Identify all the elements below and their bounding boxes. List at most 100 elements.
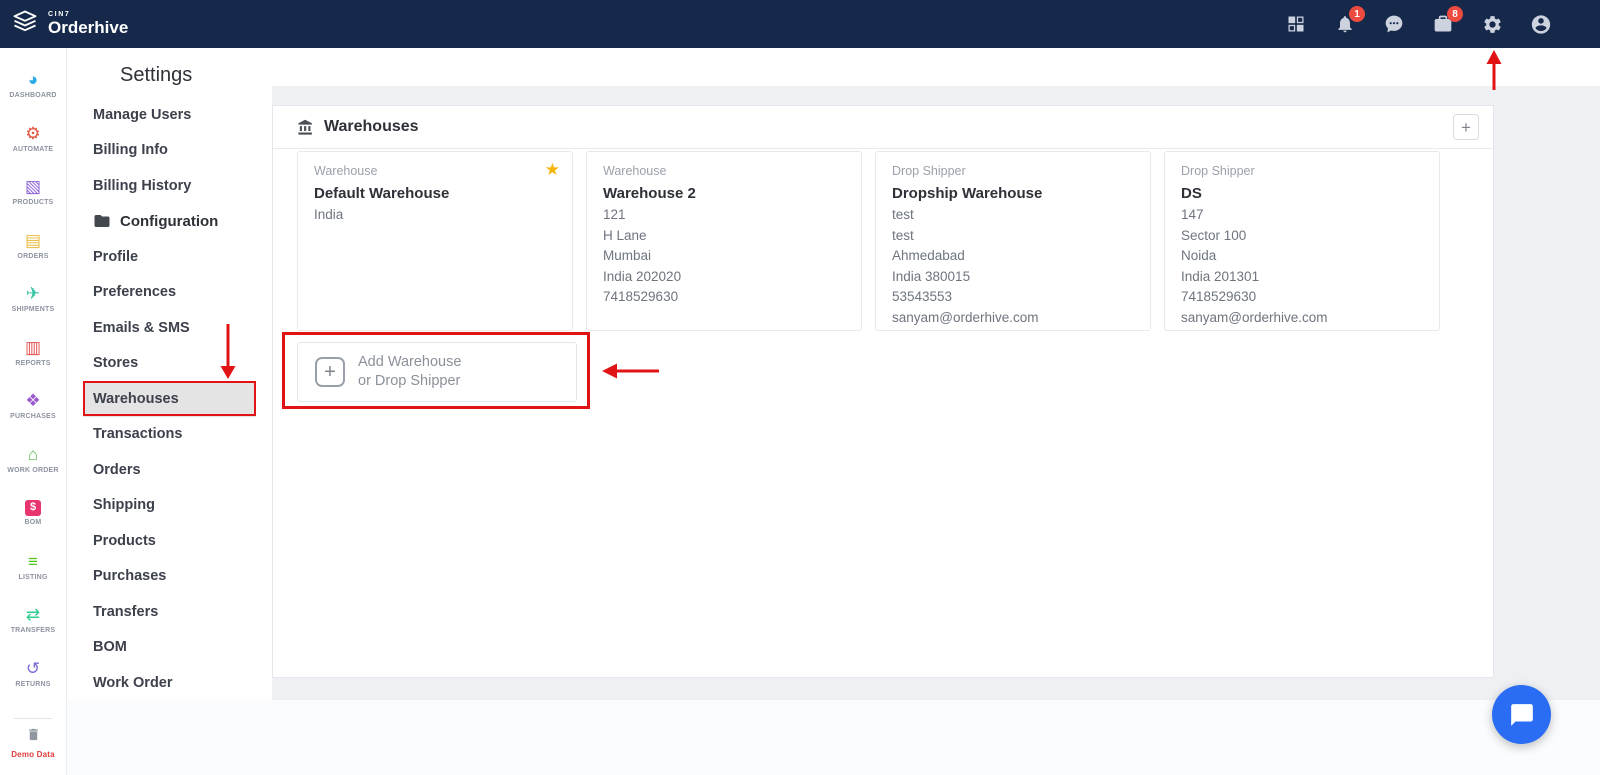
settings-item-orders[interactable]: Orders (67, 452, 272, 488)
settings-item-label: Products (93, 532, 156, 549)
card-name: Default Warehouse (314, 185, 450, 202)
warehouse-card-warehouse-2[interactable]: Warehouse Warehouse 2 121 H Lane Mumbai … (586, 151, 862, 331)
settings-item-profile[interactable]: Profile (67, 239, 272, 275)
panel-add-button[interactable]: + (1453, 114, 1479, 140)
card-line: India 380015 (892, 268, 971, 284)
rail-label: PURCHASES (10, 413, 56, 421)
card-line: India 202020 (603, 268, 682, 284)
inbox-badge: 8 (1447, 6, 1463, 22)
settings-item-stores[interactable]: Stores (67, 346, 272, 382)
card-type: Warehouse (603, 164, 667, 178)
card-line: Sector 100 (1181, 227, 1247, 243)
rail-label: SHIPMENTS (11, 306, 55, 314)
warehouse-building-icon (297, 119, 314, 136)
rail-item-transfers[interactable]: ⇄ TRANSFERS (0, 593, 66, 647)
card-line: 53543553 (892, 289, 953, 304)
reports-icon: ▥ (24, 337, 42, 357)
chat-widget-button[interactable] (1492, 685, 1551, 744)
settings-item-label: Purchases (93, 568, 167, 585)
listing-icon: ≡ (28, 551, 38, 571)
card-type: Drop Shipper (892, 164, 966, 178)
rail-item-orders[interactable]: ▤ ORDERS (0, 219, 66, 273)
settings-item-label: BOM (93, 639, 127, 656)
settings-item-label: Billing History (93, 177, 192, 194)
bell-icon[interactable]: 1 (1334, 6, 1365, 35)
rail-item-products[interactable]: ▧ PRODUCTS (0, 165, 66, 219)
settings-item-transfers[interactable]: Transfers (67, 594, 272, 630)
page-title: Settings (120, 64, 193, 86)
plus-icon: + (315, 357, 345, 387)
rail-item-dashboard[interactable]: ◕ DASHBOARD (0, 58, 66, 112)
apps-grid-icon[interactable] (1285, 13, 1307, 35)
rail-item-work-order[interactable]: ⌂ WORK ORDER (0, 433, 66, 487)
settings-item-preferences[interactable]: Preferences (67, 275, 272, 311)
settings-item-billing-info[interactable]: Billing Info (67, 133, 272, 169)
card-line: Ahmedabad (892, 248, 965, 263)
panel-title: Warehouses (324, 118, 419, 135)
orderhive-layers-icon (10, 8, 40, 41)
trash-icon (26, 727, 41, 747)
warehouses-panel: Warehouses + ★ Warehouse Default Warehou… (272, 105, 1494, 678)
rail-item-bom[interactable]: $ BOM (0, 486, 66, 540)
add-warehouse-line1: Add Warehouse (358, 354, 462, 370)
settings-sidebar: Settings Manage Users Billing Info Billi… (67, 48, 272, 700)
settings-item-billing-history[interactable]: Billing History (67, 168, 272, 204)
rail-item-automate[interactable]: ⚙ AUTOMATE (0, 112, 66, 166)
settings-menu: Manage Users Billing Info Billing Histor… (67, 97, 272, 700)
rail-label: DASHBOARD (9, 92, 57, 100)
rail-divider (14, 718, 52, 719)
card-line: 147 (1181, 207, 1204, 222)
settings-item-shipping[interactable]: Shipping (67, 488, 272, 524)
card-line: sanyam@orderhive.com (1181, 309, 1328, 325)
rail-item-demo-data[interactable]: Demo Data (0, 727, 66, 759)
settings-item-work-order[interactable]: Work Order (67, 665, 272, 700)
automate-icon: ⚙ (25, 123, 41, 143)
warehouse-card-dropship-warehouse[interactable]: Drop Shipper Dropship Warehouse test tes… (875, 151, 1151, 331)
account-icon[interactable] (1530, 13, 1552, 35)
rail-item-shipments[interactable]: ✈ SHIPMENTS (0, 272, 66, 326)
settings-item-emails-sms[interactable]: Emails & SMS (67, 310, 272, 346)
demo-data-label: Demo Data (11, 750, 55, 759)
settings-item-label: Configuration (120, 212, 219, 230)
card-line: Noida (1181, 248, 1217, 263)
settings-item-label: Work Order (93, 674, 173, 691)
settings-item-label: Emails & SMS (93, 319, 190, 336)
rail-item-purchases[interactable]: ❖ PURCHASES (0, 379, 66, 433)
card-line: test (892, 207, 914, 222)
brand-logo[interactable]: CIN7 Orderhive (0, 8, 128, 41)
gear-icon[interactable] (1481, 13, 1503, 35)
settings-item-label: Shipping (93, 497, 156, 514)
settings-item-products[interactable]: Products (67, 523, 272, 559)
chat-bubble-icon (1509, 702, 1535, 728)
folder-icon (93, 212, 111, 230)
settings-item-label: Billing Info (93, 142, 168, 159)
card-name: DS (1181, 185, 1202, 202)
returns-icon: ↺ (25, 658, 41, 678)
settings-item-transactions[interactable]: Transactions (67, 417, 272, 453)
brand-orderhive: Orderhive (48, 17, 129, 37)
settings-item-warehouses[interactable]: Warehouses (83, 381, 256, 417)
module-rail: ◕ DASHBOARD ⚙ AUTOMATE ▧ PRODUCTS ▤ ORDE… (0, 48, 67, 775)
card-line: test (892, 227, 914, 243)
star-icon[interactable]: ★ (545, 160, 560, 180)
dashboard-icon: ◕ (27, 70, 39, 90)
topbar: CIN7 Orderhive 1 8 (0, 0, 1600, 48)
panel-header: Warehouses + (273, 106, 1493, 149)
chat-icon[interactable] (1383, 13, 1405, 35)
add-warehouse-button[interactable]: + Add Warehouse or Drop Shipper (297, 342, 577, 402)
settings-item-manage-users[interactable]: Manage Users (67, 97, 272, 133)
settings-item-purchases[interactable]: Purchases (67, 559, 272, 595)
package-icon[interactable]: 8 (1432, 6, 1463, 35)
rail-item-returns[interactable]: ↺ RETURNS (0, 647, 66, 701)
settings-item-bom[interactable]: BOM (67, 630, 272, 666)
settings-item-label: Preferences (93, 284, 177, 301)
rail-item-listing[interactable]: ≡ LISTING (0, 540, 66, 594)
card-name: Warehouse 2 (603, 185, 696, 202)
warehouse-card-default[interactable]: ★ Warehouse Default Warehouse India (297, 151, 573, 331)
rail-item-reports[interactable]: ▥ REPORTS (0, 326, 66, 380)
settings-item-label: Stores (93, 355, 139, 372)
settings-item-configuration[interactable]: Configuration (67, 204, 272, 240)
products-icon: ▧ (24, 177, 42, 197)
warehouse-card-ds[interactable]: Drop Shipper DS 147 Sector 100 Noida Ind… (1164, 151, 1440, 331)
add-warehouse-label: Add Warehouse or Drop Shipper (358, 353, 461, 391)
